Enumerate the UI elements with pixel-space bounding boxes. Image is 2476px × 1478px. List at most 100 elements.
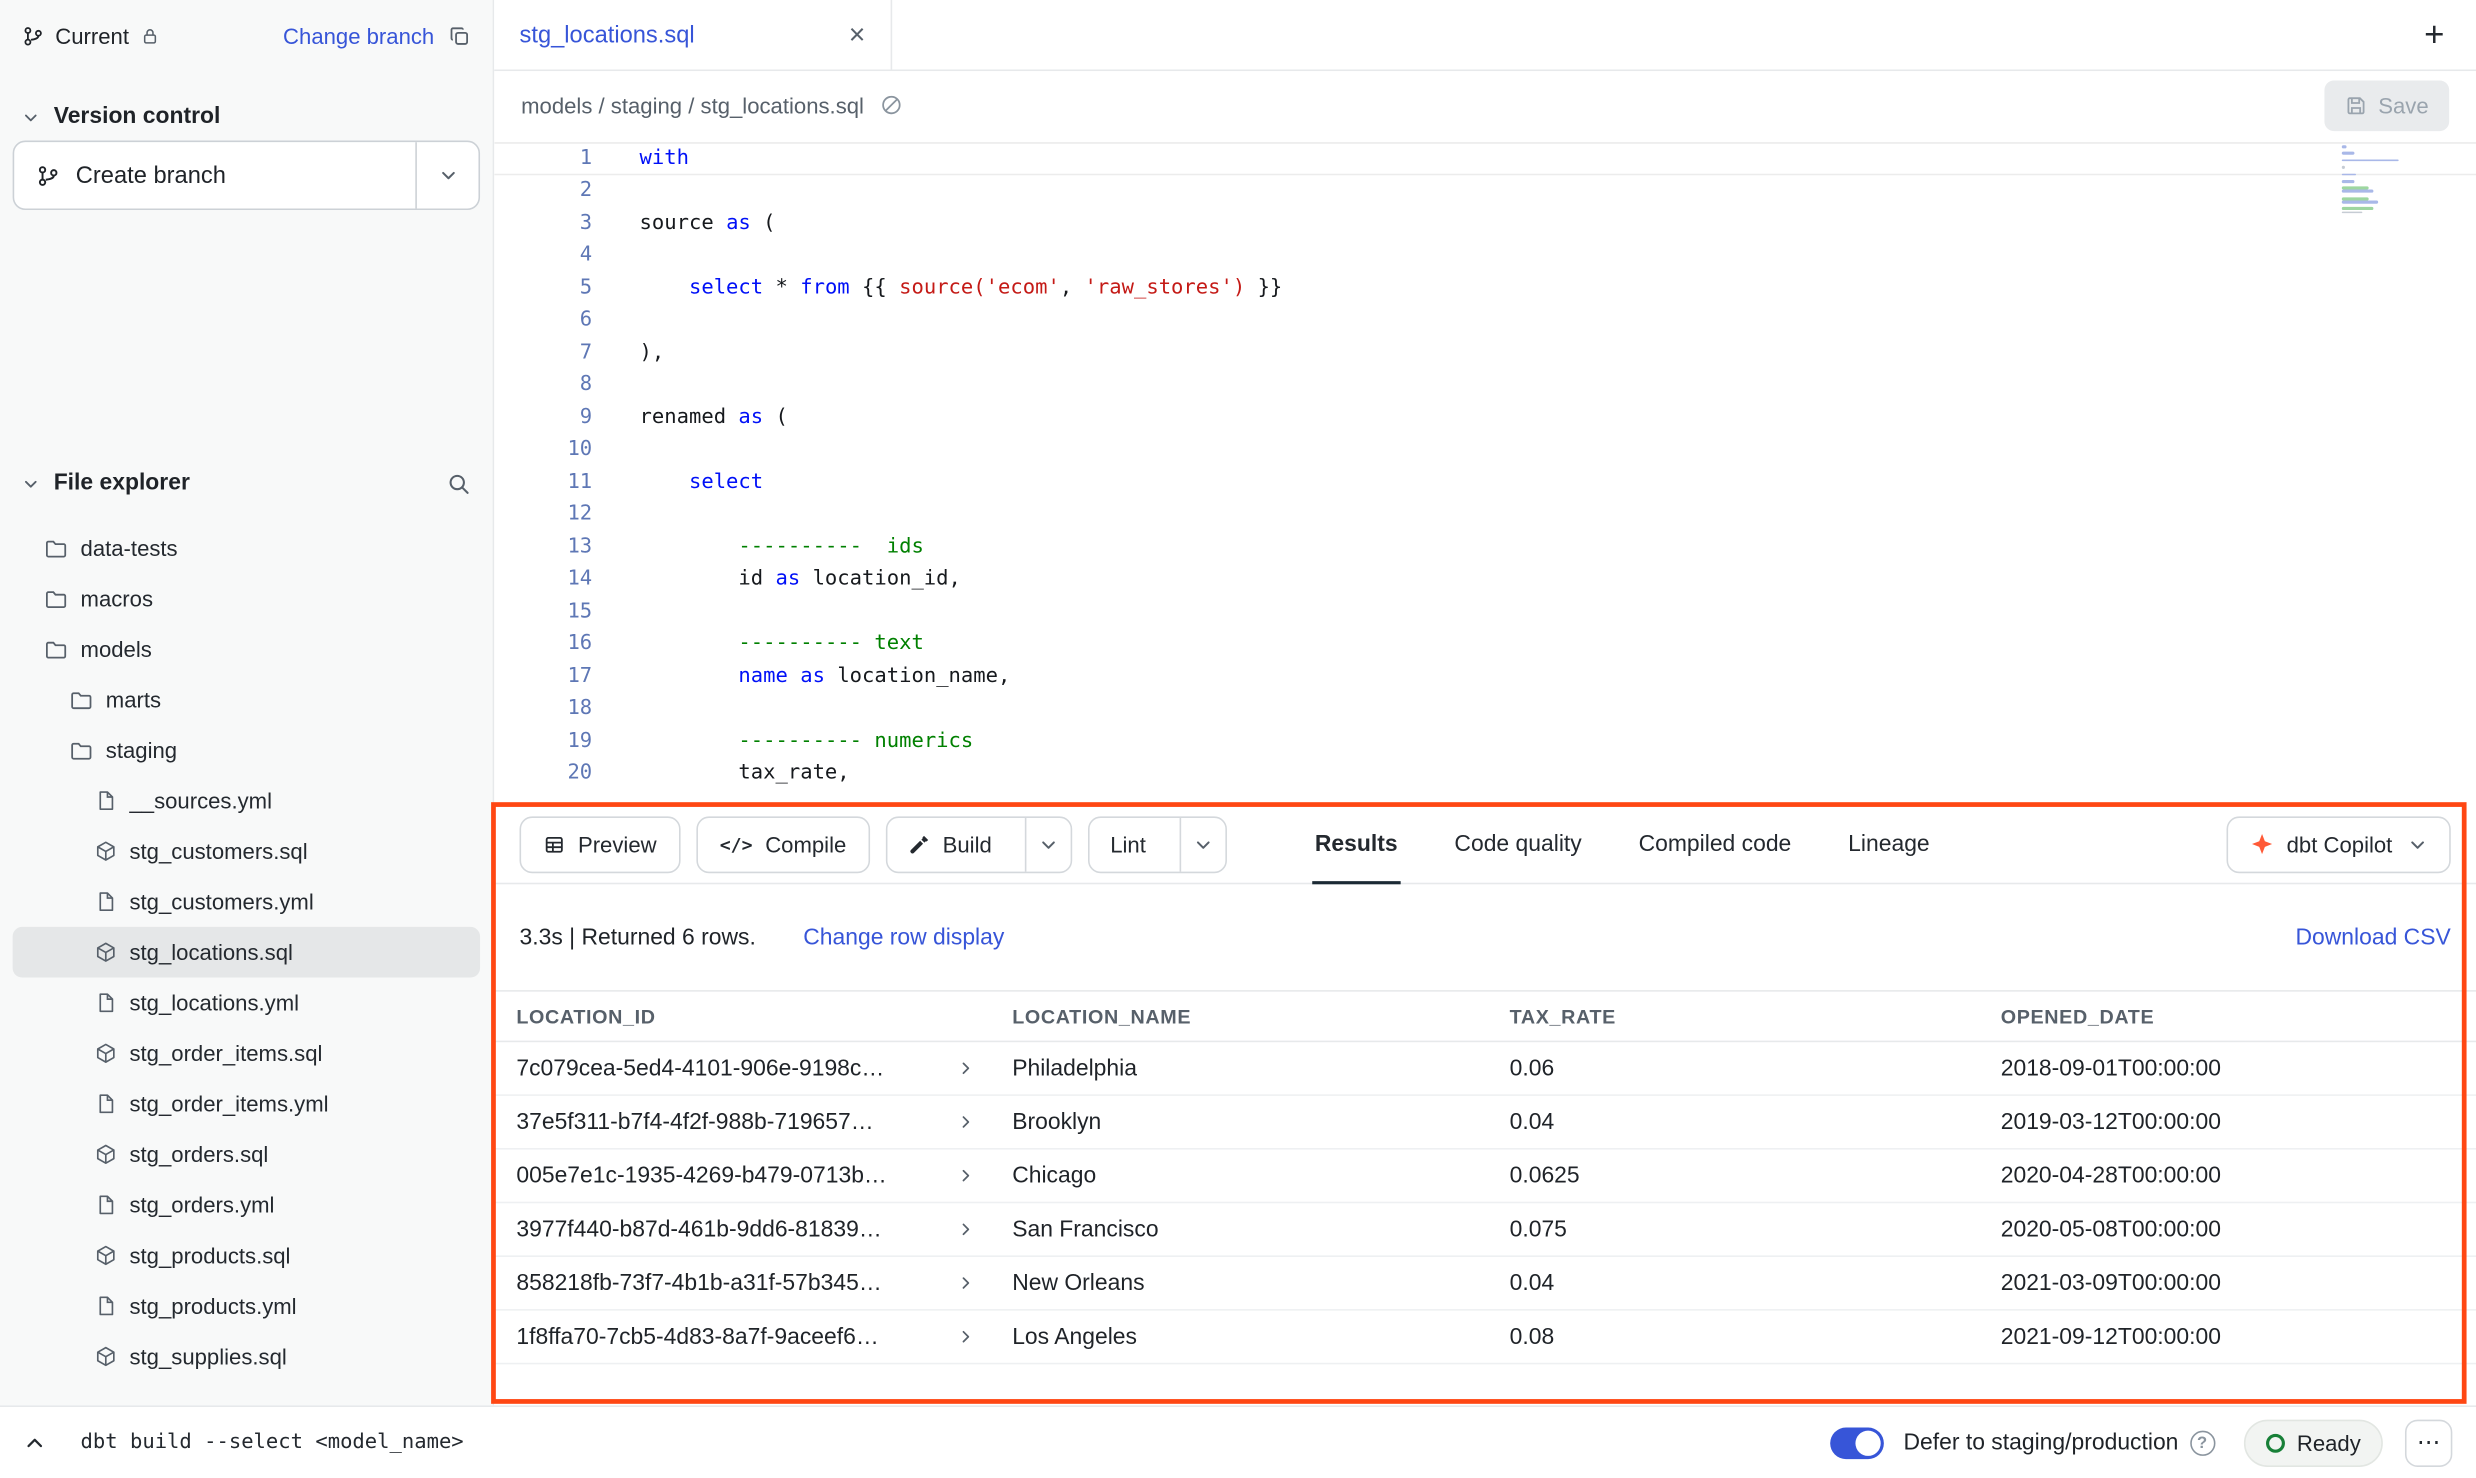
code-line-3[interactable]: 3source as ( <box>494 207 2476 239</box>
folder-icon <box>44 536 68 560</box>
result-row[interactable]: 3977f440-b87d-461b-9dd6-81839…San Franci… <box>494 1203 2476 1257</box>
results-tab-code-quality[interactable]: Code quality <box>1426 805 1610 882</box>
file-tree-item-stg-locations-sql[interactable]: stg_locations.sql <box>13 927 480 978</box>
main-area: stg_locations.sql × + models / staging /… <box>494 0 2476 1405</box>
defer-toggle[interactable] <box>1831 1427 1885 1459</box>
results-tab-compiled-code[interactable]: Compiled code <box>1610 805 1820 882</box>
current-branch[interactable]: Current <box>22 23 159 48</box>
ide-status-button[interactable]: Ready <box>2243 1419 2383 1466</box>
dbt-copilot-button[interactable]: dbt Copilot <box>2227 816 2451 873</box>
code-line-18[interactable]: 18 <box>494 692 2476 724</box>
minimap[interactable] <box>2342 145 2405 214</box>
tab-stg-locations-sql[interactable]: stg_locations.sql × <box>494 0 892 69</box>
results-tab-results[interactable]: Results <box>1286 805 1426 882</box>
file-tree-item-stg-products-yml[interactable]: stg_products.yml <box>13 1281 480 1332</box>
file-tree-item-marts[interactable]: marts <box>13 674 480 725</box>
code-line-17[interactable]: 17 name as location_name, <box>494 660 2476 692</box>
table-cell: 2018-09-01T00:00:00 <box>1979 1056 2476 1081</box>
code-line-19[interactable]: 19 ---------- numerics <box>494 725 2476 757</box>
code-line-12[interactable]: 12 <box>494 498 2476 530</box>
code-line-10[interactable]: 10 <box>494 433 2476 465</box>
help-icon[interactable]: ? <box>2189 1430 2214 1455</box>
file-tree-item--sources-yml[interactable]: __sources.yml <box>13 775 480 826</box>
code-line-11[interactable]: 11 select <box>494 466 2476 498</box>
search-icon[interactable] <box>447 471 471 495</box>
save-button[interactable]: Save <box>2325 80 2450 131</box>
code-line-16[interactable]: 16 ---------- text <box>494 628 2476 660</box>
code-line-4[interactable]: 4 <box>494 239 2476 271</box>
file-tree-item-stg-products-sql[interactable]: stg_products.sql <box>13 1230 480 1281</box>
code-line-7[interactable]: 7), <box>494 336 2476 368</box>
file-explorer-header[interactable]: File explorer <box>0 460 493 507</box>
result-row[interactable]: 005e7e1c-1935-4269-b479-0713b…Chicago0.0… <box>494 1150 2476 1204</box>
line-number: 7 <box>494 341 592 365</box>
code-line-5[interactable]: 5 select * from {{ source('ecom', 'raw_s… <box>494 272 2476 304</box>
result-row[interactable]: 37e5f311-b7f4-4f2f-988b-719657…Brooklyn0… <box>494 1096 2476 1150</box>
version-control-header[interactable]: Version control <box>0 93 493 140</box>
file-tree-item-data-tests[interactable]: data-tests <box>13 523 480 574</box>
create-branch-main[interactable]: Create branch <box>14 142 415 208</box>
code-line-6[interactable]: 6 <box>494 304 2476 336</box>
close-tab-icon[interactable]: × <box>849 21 866 49</box>
expand-row-chevron-icon[interactable] <box>957 1328 974 1345</box>
new-tab-button[interactable]: + <box>2424 17 2444 52</box>
download-csv-link[interactable]: Download CSV <box>2295 925 2450 950</box>
change-branch-link[interactable]: Change branch <box>283 23 434 48</box>
chevron-up-icon[interactable] <box>24 1431 46 1453</box>
yml-file-icon <box>95 1295 117 1317</box>
code-line-1[interactable]: 1with <box>494 142 2476 174</box>
lint-main[interactable]: Lint <box>1090 817 1167 871</box>
expand-row-chevron-icon[interactable] <box>957 1274 974 1291</box>
file-tree-item-stg-order-items-sql[interactable]: stg_order_items.sql <box>13 1028 480 1079</box>
result-row[interactable]: 7c079cea-5ed4-4101-906e-9198c…Philadelph… <box>494 1042 2476 1096</box>
change-row-display-link[interactable]: Change row display <box>803 925 1004 950</box>
lint-button[interactable]: Lint <box>1088 816 1226 873</box>
file-explorer-title: File explorer <box>54 471 190 496</box>
lint-dropdown-chevron[interactable] <box>1179 817 1225 871</box>
preview-button[interactable]: Preview <box>520 816 681 873</box>
table-cell: 0.06 <box>1488 1056 1979 1081</box>
file-tree-item-stg-order-items-yml[interactable]: stg_order_items.yml <box>13 1079 480 1130</box>
file-tree-item-stg-orders-yml[interactable]: stg_orders.yml <box>13 1180 480 1231</box>
breadcrumb-row: models / staging / stg_locations.sql Sav… <box>494 71 2476 139</box>
code-editor[interactable]: 1with23source as (45 select * from {{ so… <box>494 139 2476 805</box>
column-header-location_name: LOCATION_NAME <box>990 1005 1487 1027</box>
column-header-location_id: LOCATION_ID <box>494 1005 990 1027</box>
expand-row-chevron-icon[interactable] <box>957 1060 974 1077</box>
file-name: stg_supplies.sql <box>129 1344 286 1369</box>
results-tab-lineage[interactable]: Lineage <box>1820 805 1958 882</box>
code-line-9[interactable]: 9renamed as ( <box>494 401 2476 433</box>
file-tree-item-stg-locations-yml[interactable]: stg_locations.yml <box>13 977 480 1028</box>
code-line-8[interactable]: 8 <box>494 369 2476 401</box>
code-line-13[interactable]: 13 ---------- ids <box>494 531 2476 563</box>
yml-file-icon <box>95 790 117 812</box>
build-dropdown-chevron[interactable] <box>1025 817 1071 871</box>
file-tree-item-stg-customers-sql[interactable]: stg_customers.sql <box>13 826 480 877</box>
file-tree-item-stg-orders-sql[interactable]: stg_orders.sql <box>13 1129 480 1180</box>
result-row[interactable]: 1f8ffa70-7cb5-4d83-8a7f-9aceef6…Los Ange… <box>494 1311 2476 1365</box>
code-line-15[interactable]: 15 <box>494 595 2476 627</box>
code-line-14[interactable]: 14 id as location_id, <box>494 563 2476 595</box>
expand-row-chevron-icon[interactable] <box>957 1221 974 1238</box>
copy-icon[interactable] <box>448 24 470 46</box>
file-tree-item-macros[interactable]: macros <box>13 573 480 624</box>
file-tree-item-stg-customers-yml[interactable]: stg_customers.yml <box>13 876 480 927</box>
file-tree-item-stg-supplies-sql[interactable]: stg_supplies.sql <box>13 1331 480 1382</box>
branch-icon <box>36 163 60 187</box>
build-main[interactable]: Build <box>887 817 1012 871</box>
compile-button[interactable]: </> Compile <box>696 816 870 873</box>
create-branch-button[interactable]: Create branch <box>13 141 480 210</box>
file-tree-item-models[interactable]: models <box>13 624 480 675</box>
table-cell: 0.0625 <box>1488 1163 1979 1188</box>
preview-table-icon <box>543 833 565 855</box>
create-branch-dropdown[interactable] <box>415 142 478 208</box>
code-line-20[interactable]: 20 tax_rate, <box>494 757 2476 789</box>
file-tree-item-staging[interactable]: staging <box>13 725 480 776</box>
expand-row-chevron-icon[interactable] <box>957 1113 974 1130</box>
build-button[interactable]: Build <box>886 816 1073 873</box>
expand-row-chevron-icon[interactable] <box>957 1167 974 1184</box>
more-menu-button[interactable]: ⋯ <box>2405 1419 2452 1466</box>
result-row[interactable]: 858218fb-73f7-4b1b-a31f-57b345…New Orlea… <box>494 1257 2476 1311</box>
yml-file-icon <box>95 1194 117 1216</box>
code-line-2[interactable]: 2 <box>494 174 2476 206</box>
